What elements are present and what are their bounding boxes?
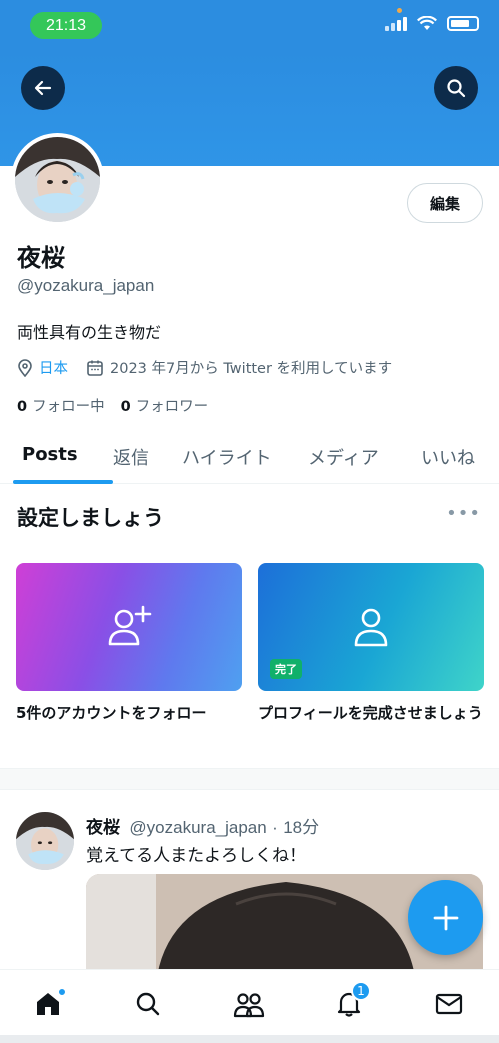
follow-stats: 0 フォロー中 0 フォロワー — [17, 395, 208, 416]
follow-accounts-label: 5件のアカウントをフォロー — [16, 704, 207, 722]
search-icon — [136, 992, 160, 1016]
profile-tabs: Posts 返信 ハイライト メディア いいね — [0, 430, 499, 484]
post-header: 夜桜 @yozakura_japan · 18分 — [86, 813, 319, 838]
post-separator: · — [272, 818, 278, 837]
post-author-handle: @yozakura_japan — [129, 818, 267, 837]
profile-location[interactable]: 日本 — [39, 357, 68, 378]
tab-media[interactable]: メディア — [308, 444, 379, 470]
envelope-icon — [435, 993, 463, 1015]
profile-handle: @yozakura_japan — [17, 276, 155, 295]
post-author-name[interactable]: 夜桜 — [86, 818, 120, 838]
search-button[interactable] — [434, 66, 478, 110]
browser-url-strip — [0, 1035, 499, 1043]
nav-search[interactable] — [128, 984, 168, 1024]
notification-count-badge: 1 — [351, 981, 371, 1001]
arrow-left-icon — [34, 80, 52, 96]
completed-badge: 完了 — [270, 659, 302, 679]
post-avatar-photo — [16, 812, 74, 870]
bottom-navigation: 1 — [0, 969, 499, 1035]
privacy-indicator — [397, 8, 402, 13]
add-person-icon — [108, 605, 152, 646]
setup-section-title: 設定しましょう — [17, 506, 164, 530]
complete-profile-label: プロフィールを完成させましょう — [258, 704, 483, 722]
profile-joined-date: 2023 年7月から Twitter を利用しています — [110, 361, 393, 377]
plus-icon — [433, 905, 458, 930]
tab-highlights[interactable]: ハイライト — [182, 444, 272, 470]
complete-profile-card[interactable]: 完了 — [258, 563, 484, 691]
back-button[interactable] — [21, 66, 65, 110]
calendar-icon — [87, 360, 103, 376]
status-icons — [385, 16, 479, 31]
profile-meta: 日本 2023 年7月から Twitter を利用しています — [17, 357, 392, 378]
active-tab-indicator — [13, 480, 113, 484]
post-text: 覚えてる人またよろしくね！ — [86, 846, 307, 866]
person-icon — [354, 608, 388, 647]
nav-home[interactable] — [28, 984, 68, 1024]
profile-display-name: 夜桜 — [17, 244, 65, 272]
compose-button[interactable] — [408, 880, 483, 955]
nav-notifications[interactable]: 1 — [329, 981, 371, 1024]
post-author-avatar[interactable] — [16, 812, 74, 870]
more-options-icon[interactable]: ••• — [446, 503, 481, 524]
signal-icon — [385, 16, 407, 31]
followers-link[interactable]: 0 フォロワー — [121, 395, 209, 416]
status-bar: 21:13 — [0, 0, 499, 52]
location-pin-icon — [18, 358, 32, 377]
home-unread-dot — [58, 988, 66, 996]
following-link[interactable]: 0 フォロー中 — [17, 395, 105, 416]
nav-communities[interactable] — [229, 984, 269, 1024]
profile-avatar[interactable] — [11, 133, 104, 226]
status-time: 21:13 — [30, 12, 102, 39]
section-divider — [0, 768, 499, 790]
follow-accounts-card[interactable] — [16, 563, 242, 691]
profile-bio: 両性具有の生き物だ — [17, 323, 162, 342]
avatar-photo — [15, 137, 100, 222]
nav-messages[interactable] — [429, 984, 469, 1024]
communities-icon — [233, 993, 265, 1018]
tab-replies[interactable]: 返信 — [113, 444, 149, 470]
battery-icon — [447, 16, 479, 31]
search-icon — [447, 79, 466, 98]
wifi-icon — [417, 16, 437, 30]
tab-posts[interactable]: Posts — [22, 444, 78, 465]
post-time: 18分 — [283, 818, 320, 837]
tab-likes[interactable]: いいね — [421, 444, 475, 470]
edit-profile-button[interactable]: 編集 — [407, 183, 483, 223]
